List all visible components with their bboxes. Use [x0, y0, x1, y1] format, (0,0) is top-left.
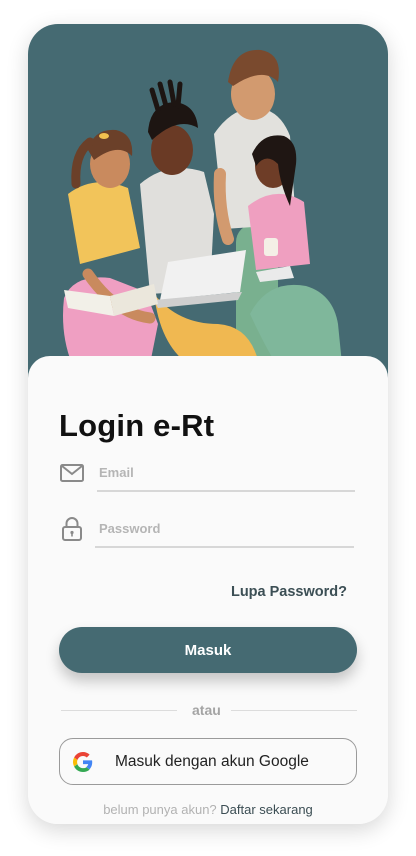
signup-prompt: belum punya akun? Daftar sekarang	[28, 802, 388, 817]
or-divider: atau	[61, 700, 357, 720]
password-input[interactable]	[97, 516, 351, 540]
email-field[interactable]	[59, 452, 355, 492]
login-button[interactable]: Masuk	[59, 627, 357, 673]
hero-illustration	[28, 24, 388, 384]
password-underline	[95, 546, 354, 548]
email-input[interactable]	[97, 460, 351, 484]
password-field[interactable]	[59, 508, 354, 548]
login-screen: Login e-Rt Lupa Password? Masuk atau	[28, 24, 388, 824]
page-title: Login e-Rt	[59, 408, 215, 443]
forgot-password-link[interactable]: Lupa Password?	[231, 584, 347, 600]
mail-icon	[60, 464, 84, 482]
divider-label: atau	[192, 702, 221, 718]
people-reading-illustration	[63, 49, 342, 364]
google-login-button[interactable]: Masuk dengan akun Google	[59, 738, 357, 785]
lock-icon	[62, 517, 82, 541]
signup-question: belum punya akun?	[103, 802, 217, 817]
signup-link[interactable]: Daftar sekarang	[220, 802, 313, 817]
email-underline	[97, 490, 355, 492]
divider-line-left	[61, 710, 177, 711]
google-button-label: Masuk dengan akun Google	[115, 753, 309, 770]
divider-line-right	[231, 710, 357, 711]
login-card: Login e-Rt Lupa Password? Masuk atau	[28, 356, 388, 824]
google-logo-icon	[73, 752, 93, 772]
